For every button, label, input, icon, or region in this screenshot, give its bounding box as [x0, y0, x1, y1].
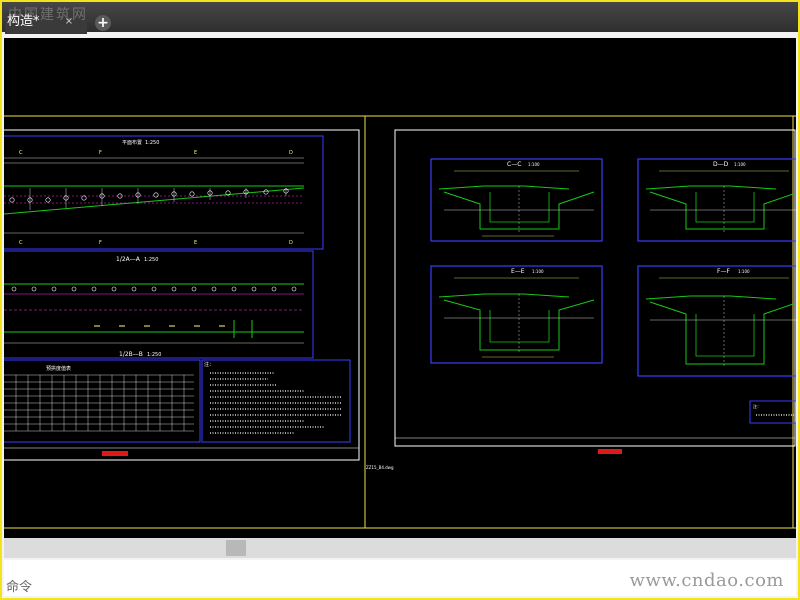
right-title-bar-mark — [598, 449, 622, 454]
section-a-scale: 1:250 — [144, 257, 158, 263]
section-dd: D—D 1:100 — [637, 158, 796, 242]
drawing-file-label: ZZ15_B4.dwg — [366, 465, 394, 470]
section-cc-scale: 1:100 — [528, 162, 540, 167]
section-a-frame — [4, 250, 314, 359]
plan-lower-axis-1: C — [19, 240, 23, 246]
section-b-scale: 1:250 — [147, 352, 161, 358]
horizontal-scrollbar[interactable] — [4, 538, 796, 558]
plan-axis-2: F — [99, 150, 102, 156]
plan-axis-4: D — [289, 150, 293, 156]
section-ff: F—F 1:100 — [637, 265, 796, 377]
plan-axis-3: E — [194, 150, 197, 156]
left-notes-title: 注： — [204, 361, 214, 368]
right-sheet: ZZ15_B4.dwg C—C 1:100 D—D 1:100 E—E 1:10… — [366, 129, 796, 470]
plan-lower-axis-4: D — [289, 240, 293, 246]
camber-table-title: 预拱度值表 — [46, 365, 71, 372]
section-cc-title: C—C — [507, 161, 521, 168]
section-b-title: 1/2B—B — [119, 351, 143, 358]
scrollbar-thumb[interactable] — [226, 540, 246, 556]
left-sheet-border — [4, 129, 360, 461]
tab-bar: 构造* 中国建筑网 × + — [2, 2, 798, 34]
section-ee-title: E—E — [511, 268, 525, 275]
right-sheet-border — [394, 129, 796, 447]
section-dd-scale: 1:100 — [734, 162, 746, 167]
tab-close-icon[interactable]: × — [62, 15, 76, 29]
plan-axis-1: C — [19, 150, 23, 156]
plan-frame — [4, 135, 324, 250]
watermark-logo: 中国建筑网 — [8, 7, 88, 23]
new-tab-icon[interactable]: + — [95, 15, 111, 31]
camber-table-grid — [4, 374, 194, 432]
plan-lower-axis-2: F — [99, 240, 102, 246]
section-ff-scale: 1:100 — [738, 269, 750, 274]
cad-drawing[interactable]: 平面布置 1:250 C F E D C F E D 1/2A—A 1:250 … — [4, 38, 796, 538]
section-ff-title: F—F — [717, 268, 730, 275]
plan-lower-axis-3: E — [194, 240, 197, 246]
left-notes-text-lines — [210, 372, 342, 434]
plan-title: 平面布置 — [122, 139, 142, 146]
section-cc: C—C 1:100 — [430, 158, 603, 242]
section-a-title: 1/2A—A — [116, 256, 141, 263]
section-dd-title: D—D — [713, 161, 729, 168]
command-label: 命令 — [6, 580, 33, 595]
left-notes-frame — [201, 359, 351, 443]
section-ee-scale: 1:100 — [532, 269, 544, 274]
right-notes-title: 注： — [753, 403, 761, 409]
section-ee: E—E 1:100 — [430, 265, 603, 364]
left-sheet: 平面布置 1:250 C F E D C F E D 1/2A—A 1:250 … — [4, 129, 360, 461]
left-title-bar-mark — [102, 451, 128, 456]
drawing-canvas[interactable]: 平面布置 1:250 C F E D C F E D 1/2A—A 1:250 … — [4, 38, 796, 538]
plan-scale: 1:250 — [145, 140, 159, 146]
command-line[interactable]: 命令 www.cndao.com — [4, 560, 796, 596]
camber-table-frame — [4, 359, 201, 443]
site-watermark: www.cndao.com — [629, 570, 784, 591]
